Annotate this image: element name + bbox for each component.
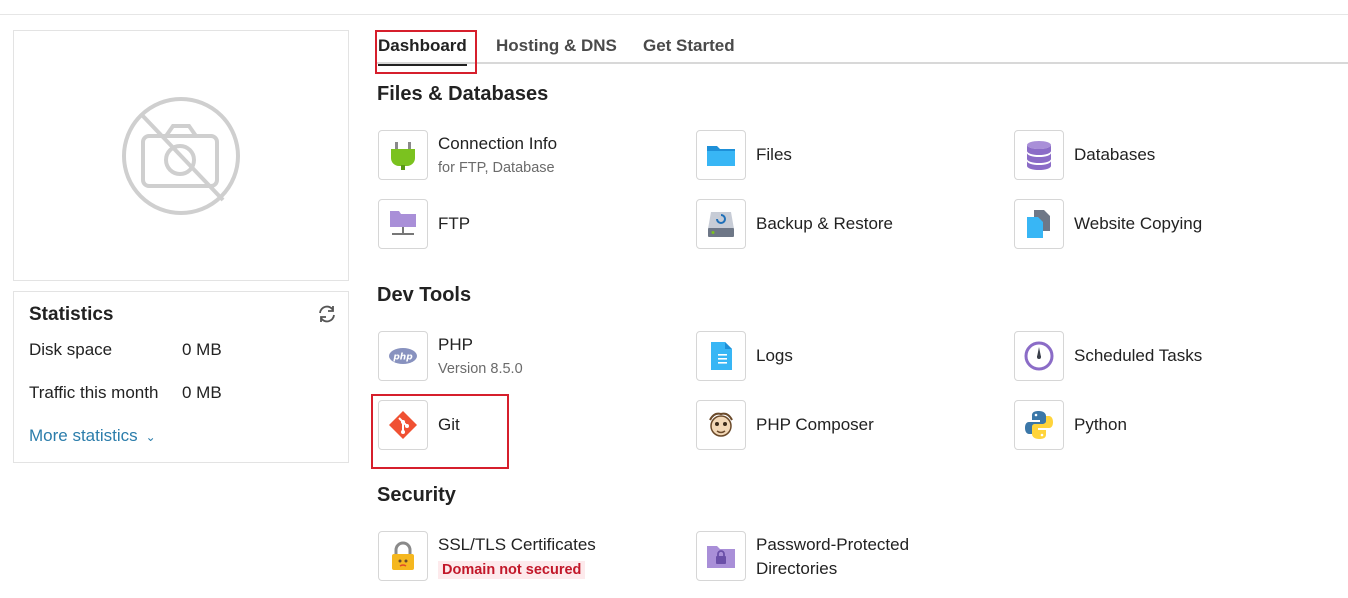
tool-name: Python xyxy=(1074,415,1127,434)
plug-icon xyxy=(391,142,415,170)
chevron-down-icon: ⌄ xyxy=(145,430,156,444)
tool-git[interactable]: Git xyxy=(378,400,668,450)
statistics-panel: Statistics Disk space 0 MB Traffic this … xyxy=(13,291,349,463)
tool-icon-box xyxy=(378,531,428,581)
tool-icon-box xyxy=(696,130,746,180)
tool-ssl-tls-certificates[interactable]: SSL/TLS Certificates Domain not secured xyxy=(378,531,668,581)
more-statistics-label: More statistics xyxy=(29,426,138,445)
tool-scheduled-tasks[interactable]: Scheduled Tasks xyxy=(1014,331,1304,381)
ftp-folder-icon xyxy=(390,211,416,235)
section-title-files-databases: Files & Databases xyxy=(377,83,549,105)
stat-label: Traffic this month xyxy=(29,383,159,402)
tool-icon-box xyxy=(696,199,746,249)
composer-icon xyxy=(709,412,733,437)
tab-dashboard[interactable]: Dashboard xyxy=(378,36,467,66)
more-statistics-link[interactable]: More statistics ⌄ xyxy=(29,426,156,446)
tool-icon-box xyxy=(378,400,428,450)
log-file-icon xyxy=(711,342,732,370)
status-badge: Domain not secured xyxy=(438,561,586,579)
copy-files-icon xyxy=(1027,210,1050,238)
tool-icon-box xyxy=(1014,331,1064,381)
tool-name: Logs xyxy=(756,346,793,365)
locked-folder-icon xyxy=(707,546,735,568)
tool-name: PHP xyxy=(438,335,473,354)
tool-icon-box xyxy=(1014,199,1064,249)
tool-name: Password-Protected xyxy=(756,535,910,554)
tool-backup-restore[interactable]: Backup & Restore xyxy=(696,199,986,249)
tool-name: FTP xyxy=(438,214,471,233)
tool-icon-box xyxy=(696,400,746,450)
tool-python[interactable]: Python xyxy=(1014,400,1304,450)
stat-value: 0 MB xyxy=(182,383,222,402)
stat-value: 0 MB xyxy=(182,340,222,359)
tab-hosting-dns[interactable]: Hosting & DNS xyxy=(496,36,617,56)
tool-databases[interactable]: Databases xyxy=(1014,130,1304,180)
python-icon xyxy=(1025,411,1053,439)
tool-ftp[interactable]: FTP xyxy=(378,199,668,249)
stat-row-disk: Disk space 0 MB xyxy=(29,340,222,360)
tool-name-line2: Directories xyxy=(756,559,838,578)
stat-row-traffic: Traffic this month 0 MB xyxy=(29,383,222,403)
tool-icon-box xyxy=(1014,400,1064,450)
tool-icon-box xyxy=(378,199,428,249)
svg-text:php: php xyxy=(392,353,413,363)
php-icon: php xyxy=(389,348,417,364)
tool-icon-box xyxy=(696,531,746,581)
tool-icon-box xyxy=(696,331,746,381)
tool-subtitle: for FTP, Database xyxy=(438,160,555,176)
backup-drive-icon xyxy=(708,212,734,237)
database-icon xyxy=(1027,141,1051,170)
tool-website-copying[interactable]: Website Copying xyxy=(1014,199,1304,249)
tool-connection-info[interactable]: Connection Info for FTP, Database xyxy=(378,130,668,180)
tool-name: Website Copying xyxy=(1074,214,1203,233)
tool-name: Git xyxy=(438,415,460,434)
tool-icon-box xyxy=(378,130,428,180)
tool-subtitle: Version 8.5.0 xyxy=(438,361,523,377)
tool-name: Files xyxy=(756,145,792,164)
tool-name: PHP Composer xyxy=(756,415,874,434)
tool-password-protected-directories[interactable]: Password-Protected Directories xyxy=(696,531,986,581)
main-tabs: Dashboard Hosting & DNS Get Started xyxy=(377,30,1348,66)
statistics-title: Statistics xyxy=(29,304,114,325)
tool-files[interactable]: Files xyxy=(696,130,986,180)
tool-name: Connection Info xyxy=(438,134,558,153)
site-preview-placeholder xyxy=(13,30,349,281)
section-title-dev-tools: Dev Tools xyxy=(377,284,472,306)
no-image-icon xyxy=(122,97,240,215)
tool-icon-box xyxy=(1014,130,1064,180)
stat-label: Disk space xyxy=(29,340,113,359)
tool-php[interactable]: php PHP Version 8.5.0 xyxy=(378,331,668,381)
tool-name: Scheduled Tasks xyxy=(1074,346,1203,365)
tool-icon-box: php xyxy=(378,331,428,381)
section-title-security: Security xyxy=(377,484,456,506)
tool-name: Databases xyxy=(1074,145,1156,164)
tool-name: SSL/TLS Certificates xyxy=(438,535,596,554)
clock-icon xyxy=(1024,341,1054,371)
git-icon xyxy=(389,411,417,439)
tool-php-composer[interactable]: PHP Composer xyxy=(696,400,986,450)
folder-icon xyxy=(707,146,735,166)
refresh-icon[interactable] xyxy=(316,303,338,325)
tool-logs[interactable]: Logs xyxy=(696,331,986,381)
top-divider xyxy=(0,14,1348,15)
tool-name: Backup & Restore xyxy=(756,214,894,233)
tab-get-started[interactable]: Get Started xyxy=(643,36,735,56)
lock-icon xyxy=(392,541,414,570)
